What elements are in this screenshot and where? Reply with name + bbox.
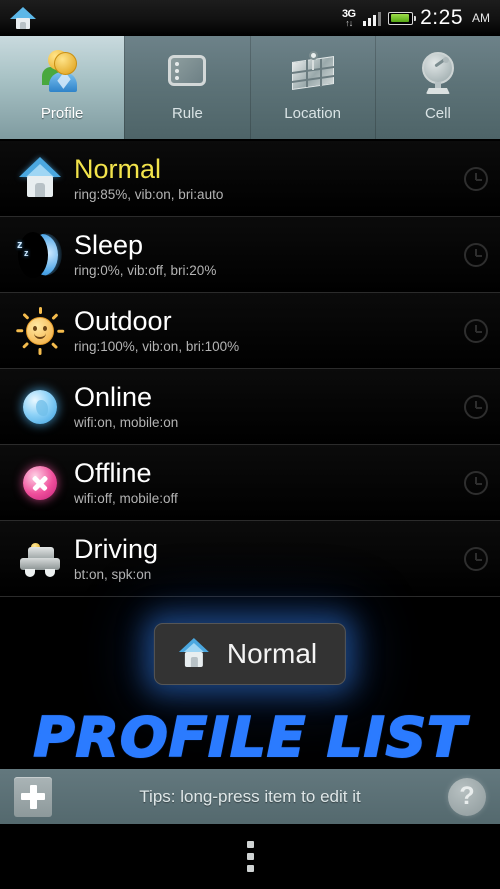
phone-screen: 3G ↑↓ 2:25 AM Profile Rule Location Cell… [0,0,500,889]
profile-people-icon [36,47,88,99]
clock-icon[interactable] [464,546,488,571]
clock-icon[interactable] [464,394,488,419]
tab-rule[interactable]: Rule [124,36,250,139]
status-bar: 3G ↑↓ 2:25 AM [0,0,500,36]
list-item-text: Outdoor ring:100%, vib:on, bri:100% [74,305,240,355]
location-map-pin-icon [287,47,339,99]
clock-icon[interactable] [464,470,488,495]
x-circle-icon [12,455,68,511]
list-item-text: Driving bt:on, spk:on [74,533,159,583]
list-item[interactable]: Online wifi:on, mobile:on [0,369,500,445]
toast-label: Normal [226,638,318,669]
list-item-subtitle: wifi:off, mobile:off [74,491,178,507]
help-button[interactable]: ? [448,777,486,816]
clock-icon[interactable] [464,166,488,191]
tab-cell-label: Cell [424,105,451,122]
car-icon [12,531,68,587]
list-item-text: Normal ring:85%, vib:on, bri:auto [74,153,224,203]
list-item-title: Sleep [74,229,144,260]
list-item[interactable]: Outdoor ring:100%, vib:on, bri:100% [0,293,500,369]
status-bar-ampm: AM [472,11,490,25]
toast-area: Normal [0,597,500,714]
clock-icon[interactable] [464,318,488,343]
network-3g-icon: 3G ↑↓ [342,8,356,28]
tips-text: Tips: long-press item to edit it [139,786,361,806]
status-bar-time: 2:25 [420,6,463,29]
list-item-title: Driving [74,533,159,564]
tab-location[interactable]: Location [249,36,375,139]
tab-profile-label: Profile [40,105,84,122]
tab-cell[interactable]: Cell [374,36,500,139]
tab-rule-label: Rule [171,105,203,122]
tab-location-label: Location [284,105,341,122]
list-item[interactable]: Offline wifi:off, mobile:off [0,445,500,521]
list-item-text: Online wifi:on, mobile:on [74,381,179,431]
sun-icon [12,303,68,359]
signal-bars-icon [362,11,382,26]
list-item-subtitle: ring:100%, vib:on, bri:100% [74,339,240,355]
overflow-menu-icon[interactable] [246,841,254,872]
globe-icon [12,379,68,435]
profile-list: Normal ring:85%, vib:on, bri:auto zz Sle… [0,141,500,597]
tab-bar: Profile Rule Location Cell [0,36,500,141]
battery-icon [388,11,417,25]
tab-profile[interactable]: Profile [0,36,125,139]
moon-icon: zz [12,227,68,283]
network-arrows: ↑↓ [345,17,353,28]
add-profile-button[interactable] [14,776,52,817]
list-item-subtitle: ring:85%, vib:on, bri:auto [74,187,224,203]
rule-list-icon [161,47,213,99]
home-icon [10,7,36,29]
list-item-title: Normal [74,153,162,184]
system-nav-bar [0,824,500,889]
status-bar-right: 3G ↑↓ 2:25 AM [342,6,490,30]
list-item-subtitle: ring:0%, vib:off, bri:20% [74,263,217,279]
list-item-text: Sleep ring:0%, vib:off, bri:20% [74,229,217,279]
status-bar-left [10,7,36,29]
home-icon [175,635,213,673]
list-item-subtitle: wifi:on, mobile:on [74,415,179,431]
active-profile-toast: Normal [153,623,347,685]
list-item[interactable]: zz Sleep ring:0%, vib:off, bri:20% [0,217,500,293]
clock-icon[interactable] [464,242,488,267]
home-icon [12,151,68,207]
bottom-bar: Tips: long-press item to edit it ? [0,769,500,824]
overlay-title: PROFILE LIST [32,705,467,770]
list-item-subtitle: bt:on, spk:on [74,567,152,583]
list-item-title: Online [74,381,153,412]
list-item[interactable]: Driving bt:on, spk:on [0,521,500,597]
list-item-text: Offline wifi:off, mobile:off [74,457,178,507]
cell-satellite-dish-icon [412,47,464,99]
list-item-title: Outdoor [74,305,172,336]
list-item[interactable]: Normal ring:85%, vib:on, bri:auto [0,141,500,217]
list-item-title: Offline [74,457,152,488]
